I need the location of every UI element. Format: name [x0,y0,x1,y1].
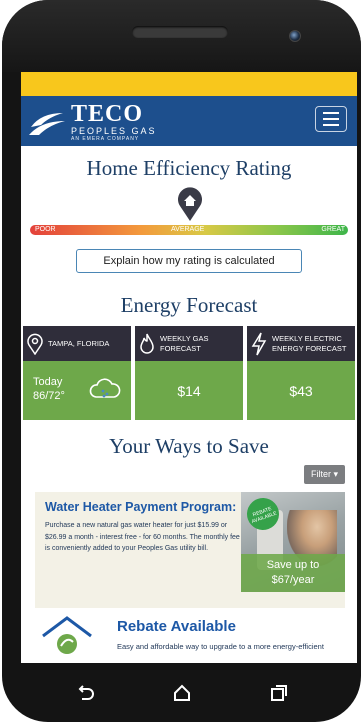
home-pin-icon [178,187,202,221]
brand-tagline: AN EMERA COMPANY [71,136,140,142]
rain-cloud-icon [89,378,121,398]
home-icon[interactable] [168,679,196,707]
house-leaf-icon [42,616,92,654]
caret-down-icon: ▾ [333,469,338,479]
app-screen: TECO PEOPLES GAS AN EMERA COMPANY Home E… [21,72,357,663]
filter-button[interactable]: Filter ▾ [303,465,345,484]
phone-top-bezel [2,0,361,72]
forecast-cards: TAMPA, FLORIDA Today 86/72° WEEKLY GAS F… [21,326,357,420]
savings-line-1: Save up to [266,559,320,571]
water-heater-program-card[interactable]: Water Heater Payment Program: Purchase a… [35,492,345,608]
brand-name: TECO [71,101,144,127]
location-pin-icon [27,333,43,355]
forecast-electric-label: WEEKLY ELECTRIC ENERGY FORECAST [272,333,347,353]
ways-to-save-title: Your Ways to Save [109,434,269,458]
brand-subtitle: PEOPLES GAS [71,126,157,136]
forecast-card-location[interactable]: TAMPA, FLORIDA Today 86/72° [23,326,131,420]
forecast-gas-label: WEEKLY GAS FORECAST [160,333,209,353]
rebate-description: Easy and affordable way to upgrade to a … [117,642,324,651]
flame-icon [140,333,154,354]
forecast-gas-value: $14 [135,361,243,420]
forecast-title: Energy Forecast [120,293,258,317]
forecast-card-electric[interactable]: WEEKLY ELECTRIC ENERGY FORECAST $43 [247,326,355,420]
forecast-location-label: TAMPA, FLORIDA [48,338,110,348]
lightning-bolt-icon [251,332,267,355]
hamburger-menu-icon[interactable] [315,106,347,132]
explain-rating-button[interactable]: Explain how my rating is calculated [76,249,302,273]
filter-label: Filter [310,469,331,479]
water-heater-photo: REBATE AVAILABLE Save up to $67/year [241,492,345,592]
recents-icon[interactable] [265,679,293,707]
scale-label-average: AVERAGE [171,226,205,233]
phone-frame: TECO PEOPLES GAS AN EMERA COMPANY Home E… [2,0,361,722]
forecast-day: Today [33,376,63,388]
savings-line-2: $67/year [271,574,315,586]
back-icon[interactable] [71,679,99,707]
rating-scale: POOR AVERAGE GREAT Explain how my rating… [21,181,357,279]
forecast-electric-value: $43 [247,361,355,420]
front-camera-icon [289,30,301,42]
teco-logo[interactable]: TECO PEOPLES GAS AN EMERA COMPANY [27,102,157,142]
savings-overlay: Save up to $67/year [241,554,345,592]
scale-label-great: GREAT [321,226,345,233]
rebate-card[interactable]: Rebate Available Easy and affordable way… [35,614,345,654]
rating-title: Home Efficiency Rating [86,156,292,180]
app-header: TECO PEOPLES GAS AN EMERA COMPANY [21,96,357,146]
status-bar [21,72,357,96]
program-description: Purchase a new natural gas water heater … [45,522,240,552]
teco-swoosh-icon [29,113,65,135]
program-title: Water Heater Payment Program: [45,500,237,514]
android-nav-bar [2,663,361,722]
forecast-temperature: 86/72° [33,390,65,402]
scale-label-poor: POOR [35,226,56,233]
forecast-card-gas[interactable]: WEEKLY GAS FORECAST $14 [135,326,243,420]
speaker-grille [132,26,228,38]
rebate-title: Rebate Available [117,618,236,635]
